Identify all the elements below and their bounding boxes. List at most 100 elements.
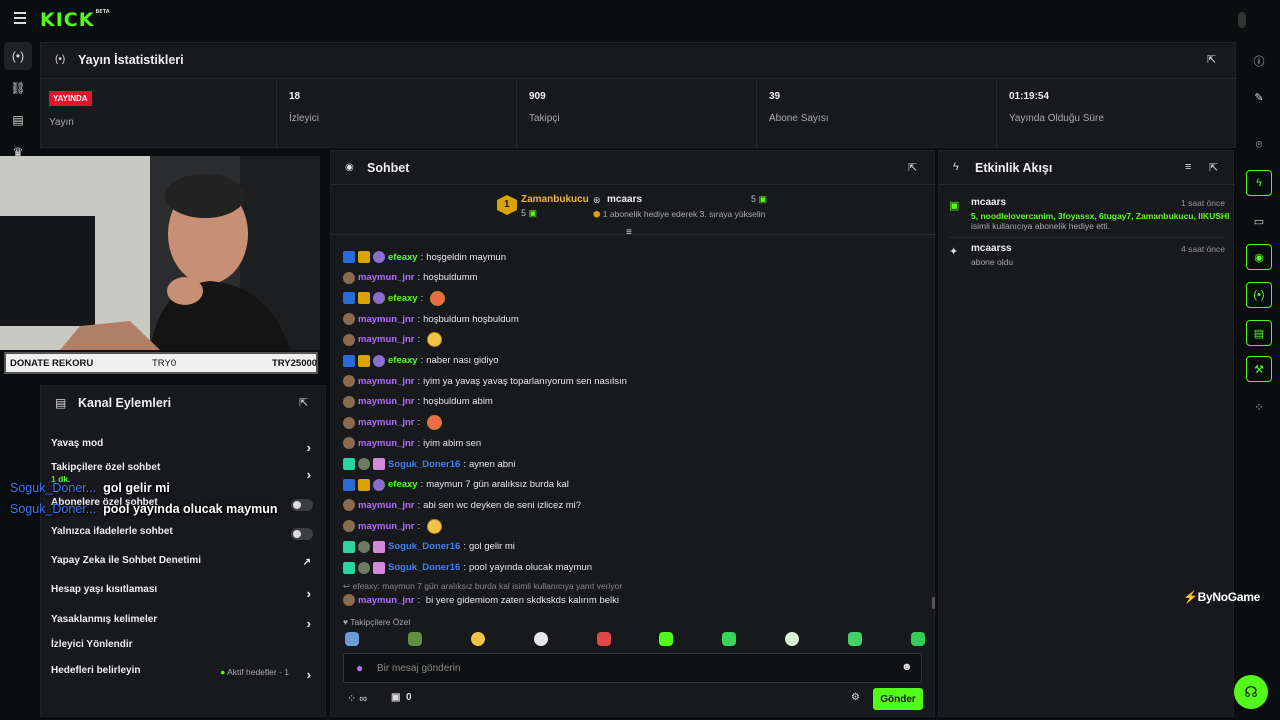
panel-title: Sohbet (367, 161, 410, 175)
send-button[interactable]: Gönder (873, 688, 923, 710)
event-user[interactable]: mcaars (971, 197, 1006, 208)
profile-icon[interactable] (1238, 12, 1246, 28)
chevron-right-icon: › (306, 467, 311, 482)
overlay-chat-line: Soguk_Doner... pool yayında olucak maymu… (10, 502, 277, 516)
slow-mode-row[interactable]: Yavaş mod › (51, 438, 317, 456)
chat-username[interactable]: maymun_jnr (358, 417, 415, 428)
emoji-icon[interactable]: ☻ (901, 661, 913, 673)
chat-bubble-icon[interactable]: ◉ (1246, 244, 1272, 270)
chat-username[interactable]: Soguk_Doner16 (388, 459, 460, 470)
set-goals-row[interactable]: Hedefleri belirleyin ● Aktif hedefler - 1… (51, 665, 317, 683)
dots-icon[interactable]: ⁘ (1246, 394, 1272, 420)
chat-input-box[interactable]: ● Bir mesaj gönderin ☻ (343, 653, 922, 683)
chat-username[interactable]: maymun_jnr (358, 595, 415, 606)
lightning-icon: ϟ (953, 161, 959, 173)
chart-icon[interactable]: ▤ (4, 106, 32, 134)
chat-username[interactable]: Soguk_Doner16 (388, 562, 460, 573)
emote-icon[interactable] (785, 632, 800, 646)
toggle-switch[interactable] (291, 528, 313, 540)
emotes-only-row[interactable]: Yalnızca ifadelerle sohbet (51, 526, 317, 544)
emote-icon[interactable] (596, 632, 611, 646)
chat-input-placeholder[interactable]: Bir mesaj gönderin (377, 663, 460, 674)
broadcast-icon[interactable]: (•) (1246, 282, 1272, 308)
camera-icon[interactable]: ⌾ (1246, 132, 1272, 158)
chat-username[interactable]: maymun_jnr (358, 500, 415, 511)
chat-username[interactable]: maymun_jnr (358, 314, 415, 325)
ai-moderation-row[interactable]: Yapay Zeka ile Sohbet Denetimi ↗ (51, 555, 317, 573)
chat-username[interactable]: maymun_jnr (358, 396, 415, 407)
collapse-icon[interactable]: ≡ (626, 227, 632, 238)
popout-icon[interactable]: ⇱ (1207, 53, 1216, 66)
info-icon[interactable]: ⓘ (1246, 48, 1272, 74)
link-icon[interactable]: ⛓ (4, 74, 32, 102)
chat-username[interactable]: efeaxy (388, 293, 418, 304)
chat-message: maymun_jnr: iyim ya yavaş yavaş toparlanı… (343, 372, 627, 390)
chat-username[interactable]: maymun_jnr (358, 376, 415, 387)
gift-icon: ▣ (528, 208, 538, 218)
chat-message: maymun_jnr: iyim abim sen (343, 434, 481, 452)
layout-icon[interactable]: ▤ (1246, 320, 1272, 346)
emote-icon[interactable] (659, 632, 674, 646)
badge-icon (343, 561, 355, 574)
emote-icon[interactable] (533, 632, 548, 646)
event-user[interactable]: mcaarss (971, 243, 1012, 254)
event-detail: abone oldu (971, 257, 1014, 267)
emote-icon[interactable] (407, 632, 422, 646)
toggle-switch[interactable] (291, 499, 313, 511)
badge-icon (358, 478, 370, 491)
chat-message: maymun_jnr: bi yere gidemiom zaten skdks… (343, 591, 619, 609)
gift-display[interactable]: ▣ 0 (391, 692, 412, 703)
top-gifter-name[interactable]: Zamanbukucu (521, 194, 589, 205)
emote-icon[interactable] (722, 632, 737, 646)
chat-username[interactable]: efeaxy (388, 479, 418, 490)
filter-icon[interactable]: ≡ (1185, 161, 1191, 173)
chat-colon: : (417, 499, 421, 511)
goals-status: ● Aktif hedefler - 1 (220, 667, 289, 677)
chat-username[interactable]: maymun_jnr (358, 272, 415, 283)
chat-username[interactable]: efeaxy (388, 252, 418, 263)
second-gifter-name[interactable]: mcaars (607, 194, 642, 205)
menu-icon[interactable] (14, 12, 28, 26)
badge-icon (358, 292, 370, 305)
badge-icon (343, 499, 355, 512)
chat-colon: : (463, 458, 466, 470)
stream-icon[interactable]: (•) (4, 42, 32, 70)
banned-words-row[interactable]: Yasaklanmış kelimeler › (51, 614, 317, 632)
microphone-icon[interactable]: ● (356, 661, 363, 675)
chat-username[interactable]: maymun_jnr (358, 438, 415, 449)
right-rail: ⓘ ✎ ⌾ ϟ ▭ ◉ (•) ▤ ⚒ ⁘ (1240, 40, 1280, 680)
account-age-row[interactable]: Hesap yaşı kısıtlaması › (51, 584, 317, 602)
emote-icon (430, 290, 446, 306)
badge-icon (373, 354, 385, 367)
wrench-icon[interactable]: ⚒ (1246, 356, 1272, 382)
chat-username[interactable]: maymun_jnr (358, 334, 415, 345)
settings-gear-icon[interactable]: ⚙ (851, 692, 860, 703)
lightning-icon[interactable]: ϟ (1246, 170, 1272, 196)
gift-box-icon: ▣ (391, 692, 401, 703)
popout-icon[interactable]: ⇱ (908, 161, 917, 174)
chat-username[interactable]: maymun_jnr (358, 521, 415, 532)
document-icon[interactable]: ▭ (1246, 208, 1272, 234)
popout-icon[interactable]: ⇱ (299, 396, 308, 409)
badge-icon (358, 540, 370, 553)
badge-icon (373, 478, 385, 491)
scrollbar[interactable] (932, 597, 935, 609)
popout-icon[interactable]: ⇱ (1209, 161, 1218, 174)
support-chat-icon[interactable]: ☊ (1234, 675, 1268, 709)
points-display[interactable]: ⁘ ∞ (347, 692, 367, 705)
kick-logo[interactable]: KICKBETA (40, 9, 110, 31)
panel-title: Kanal Eylemleri (78, 396, 172, 410)
host-viewers-row[interactable]: İzleyici Yönlendir (51, 639, 317, 657)
activity-event: ▣ mcaars 1 saat önce 5, noodlelovercanim… (949, 195, 1229, 231)
chat-username[interactable]: efeaxy (388, 355, 418, 366)
emote-icon[interactable] (470, 632, 485, 646)
action-label: Hedefleri belirleyin (51, 665, 141, 676)
donate-current: TRY0 (152, 358, 177, 369)
logo-text: KICK (40, 9, 95, 31)
chat-username[interactable]: Soguk_Doner16 (388, 541, 460, 552)
emote-icon[interactable] (848, 632, 862, 646)
pencil-icon[interactable]: ✎ (1246, 84, 1272, 110)
emote-icon[interactable] (345, 632, 359, 646)
emote-icon[interactable] (910, 632, 925, 646)
chat-message: maymun_jnr: (343, 414, 443, 432)
